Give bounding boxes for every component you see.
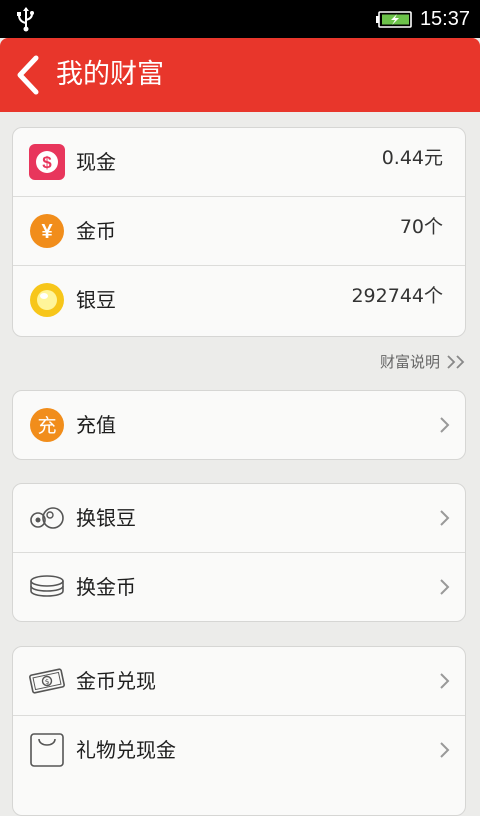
banknote-icon: $ — [29, 668, 65, 694]
chevron-right-icon — [440, 579, 450, 595]
status-bar: 15:37 — [0, 0, 480, 38]
recharge-label: 充值 — [76, 413, 116, 437]
title-bar: 我的财富 — [0, 38, 480, 112]
wealth-explanation-link[interactable]: 财富说明 — [380, 350, 468, 374]
recharge-icon: 充 — [30, 408, 64, 442]
back-arrow-icon[interactable] — [14, 54, 42, 96]
recharge-card: 充 充值 — [12, 390, 466, 460]
coin-stack-icon — [30, 575, 64, 597]
shopping-bag-icon — [30, 733, 64, 767]
gift-to-cash-label: 礼物兑现金 — [76, 738, 176, 762]
chevron-right-icon — [440, 742, 450, 758]
cash-icon: $ — [29, 144, 65, 180]
balance-card: $ 现金 0.44元 ¥ 金币 70个 银豆 292744个 — [12, 127, 466, 337]
svg-text:¥: ¥ — [41, 221, 53, 243]
coin-to-cash-row[interactable]: $ 金币兑现 — [13, 647, 465, 716]
gift-to-cash-row[interactable]: 礼物兑现金 — [13, 716, 465, 785]
svg-text:$: $ — [44, 678, 50, 687]
exchange-coin-label: 换金币 — [76, 575, 136, 599]
double-chevron-right-icon — [447, 355, 465, 369]
coin-to-cash-label: 金币兑现 — [76, 669, 156, 693]
battery-charging-icon — [376, 11, 412, 28]
exchange-bean-label: 换银豆 — [76, 506, 136, 530]
cash-value: 0.44元 — [381, 147, 443, 169]
silver-bean-icon — [30, 283, 64, 317]
recharge-icon-text: 充 — [37, 415, 56, 437]
coin-value: 70个 — [399, 216, 443, 238]
usb-icon — [17, 7, 34, 32]
chevron-right-icon — [440, 417, 450, 433]
chevron-right-icon — [440, 673, 450, 689]
redeem-card: $ 金币兑现 礼物兑现金 — [12, 646, 466, 816]
cash-label: 现金 — [76, 150, 116, 174]
bean-value: 292744个 — [351, 285, 443, 307]
bean-row: 银豆 292744个 — [13, 266, 465, 335]
coin-row: ¥ 金币 70个 — [13, 197, 465, 266]
yen-coin-icon: ¥ — [30, 214, 64, 248]
page-title: 我的财富 — [56, 59, 164, 90]
bean-label: 银豆 — [76, 288, 116, 312]
cash-row: $ 现金 0.44元 — [13, 128, 465, 197]
chevron-right-icon — [440, 510, 450, 526]
exchange-coin-row[interactable]: 换金币 — [13, 553, 465, 621]
status-time: 15:37 — [419, 8, 470, 30]
exchange-card: 换银豆 换金币 — [12, 483, 466, 622]
recharge-row[interactable]: 充 充值 — [13, 391, 465, 459]
coin-label: 金币 — [76, 219, 116, 243]
exchange-bean-row[interactable]: 换银豆 — [13, 484, 465, 553]
beans-icon — [30, 507, 64, 529]
wealth-explanation-label: 财富说明 — [379, 353, 440, 371]
svg-text:$: $ — [42, 153, 52, 172]
